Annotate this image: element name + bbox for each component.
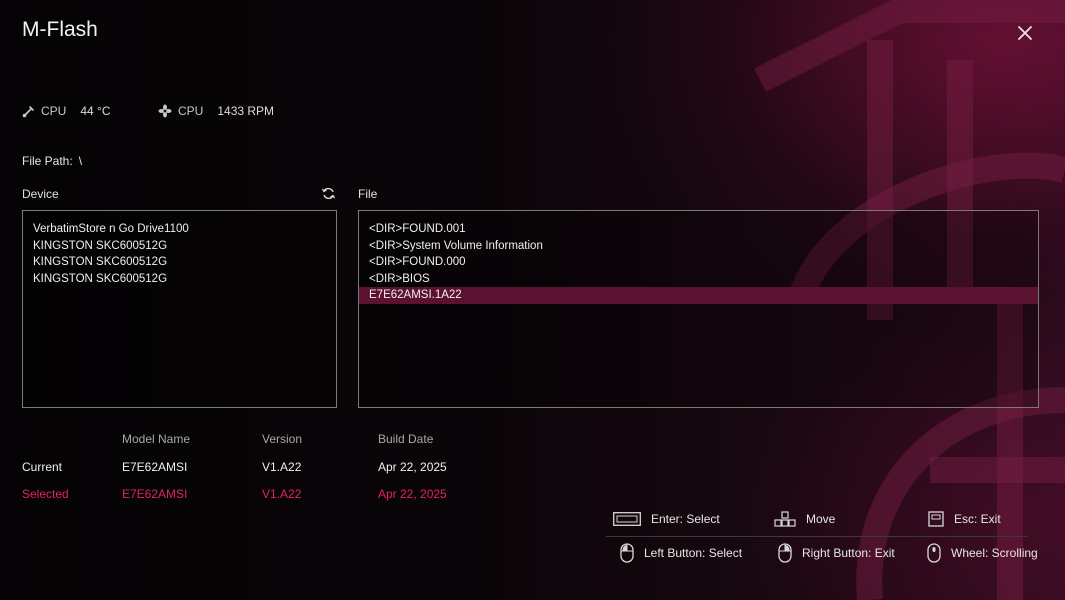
move-hint-label: Move	[806, 512, 836, 526]
cpu-temp-value: 44 °C	[80, 104, 111, 118]
current-model: E7E62AMSI	[122, 460, 188, 474]
current-build-date: Apr 22, 2025	[378, 460, 447, 474]
file-item[interactable]: <DIR>FOUND.001	[359, 221, 1038, 238]
refresh-icon[interactable]	[321, 186, 336, 201]
right-button-hint[interactable]: Right Button: Exit	[778, 543, 895, 563]
file-path: File Path: \	[22, 154, 82, 168]
selected-build-date: Apr 22, 2025	[378, 487, 447, 501]
left-button-hint[interactable]: Left Button: Select	[620, 543, 742, 563]
file-item[interactable]: <DIR>FOUND.000	[359, 254, 1038, 271]
esc-key-icon	[928, 511, 944, 527]
cpu-temp-readout: CPU 44 °C	[22, 104, 111, 118]
close-icon[interactable]	[1012, 20, 1038, 46]
header-model-name: Model Name	[122, 432, 191, 446]
cpu-temp-label: CPU	[41, 104, 67, 118]
selected-model: E7E62AMSI	[122, 487, 188, 501]
hints-divider	[606, 536, 1028, 537]
enter-hint[interactable]: Enter: Select	[613, 512, 720, 526]
app-title: M-Flash	[22, 18, 98, 41]
enter-key-icon	[613, 512, 641, 526]
header-build-date: Build Date	[378, 432, 434, 446]
file-path-value: \	[78, 154, 83, 168]
current-row-label: Current	[22, 460, 63, 474]
thermometer-icon	[22, 105, 34, 117]
file-path-label: File Path:	[22, 154, 73, 168]
file-item[interactable]: <DIR>System Volume Information	[359, 238, 1038, 255]
device-list-panel[interactable]: VerbatimStore n Go Drive1100 KINGSTON SK…	[22, 210, 337, 408]
mouse-right-icon	[778, 543, 792, 563]
fan-icon	[158, 104, 172, 118]
selected-version: V1.A22	[262, 487, 302, 501]
wheel-hint-label: Wheel: Scrolling	[951, 546, 1038, 560]
mouse-wheel-icon	[927, 543, 941, 563]
file-item[interactable]: <DIR>BIOS	[359, 271, 1038, 288]
right-button-hint-label: Right Button: Exit	[802, 546, 895, 560]
cpu-fan-label: CPU	[178, 104, 204, 118]
wheel-hint[interactable]: Wheel: Scrolling	[927, 543, 1038, 563]
header-version: Version	[262, 432, 303, 446]
cpu-fan-value: 1433 RPM	[217, 104, 275, 118]
device-item[interactable]: KINGSTON SKC600512G	[23, 238, 336, 255]
esc-hint-label: Esc: Exit	[954, 512, 1001, 526]
file-panel-label: File	[358, 187, 378, 201]
move-hint[interactable]: Move	[774, 511, 835, 527]
current-version: V1.A22	[262, 460, 302, 474]
enter-hint-label: Enter: Select	[651, 512, 720, 526]
left-button-hint-label: Left Button: Select	[644, 546, 743, 560]
cpu-fan-readout: CPU 1433 RPM	[158, 104, 274, 118]
file-item-selected[interactable]: E7E62AMSI.1A22	[359, 287, 1038, 304]
file-list-panel[interactable]: <DIR>FOUND.001 <DIR>System Volume Inform…	[358, 210, 1039, 408]
esc-hint[interactable]: Esc: Exit	[928, 511, 1001, 527]
mouse-left-icon	[620, 543, 634, 563]
selected-row-label: Selected	[22, 487, 69, 501]
device-item[interactable]: VerbatimStore n Go Drive1100	[23, 221, 336, 238]
device-panel-label: Device	[22, 187, 59, 201]
arrow-keys-icon	[774, 511, 796, 527]
device-item[interactable]: KINGSTON SKC600512G	[23, 271, 336, 288]
device-item[interactable]: KINGSTON SKC600512G	[23, 254, 336, 271]
